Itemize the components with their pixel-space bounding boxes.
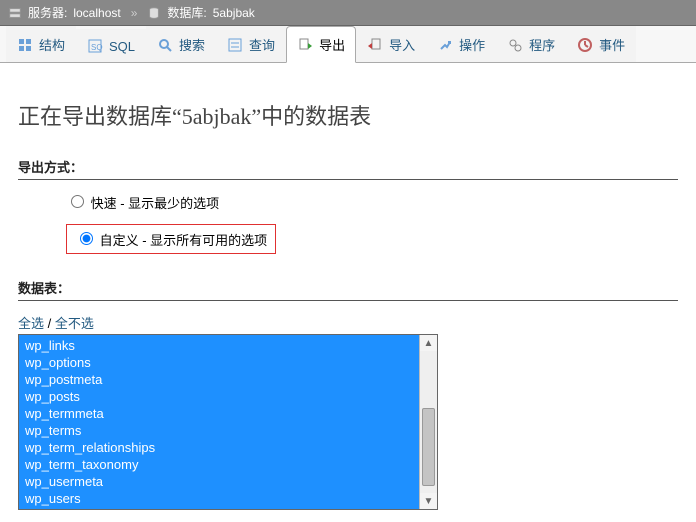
breadcrumb: 服务器: localhost » 数据库: 5abjbak	[0, 0, 696, 26]
server-icon	[8, 6, 22, 20]
operations-icon	[437, 37, 453, 53]
tab-import[interactable]: 导入	[356, 26, 426, 62]
select-links-sep: /	[44, 316, 55, 331]
export-icon	[297, 37, 313, 53]
export-method-custom-label: 自定义 - 显示所有可用的选项	[100, 233, 268, 248]
structure-icon	[17, 37, 33, 53]
tab-query[interactable]: 查询	[216, 26, 286, 62]
tab-export[interactable]: 导出	[286, 26, 356, 63]
tab-events[interactable]: 事件	[566, 26, 636, 62]
list-item[interactable]: wp_links	[19, 337, 419, 354]
list-item[interactable]: wp_term_relationships	[19, 439, 419, 456]
tab-label: SQL	[109, 39, 135, 54]
tab-label: 事件	[599, 35, 625, 54]
scroll-down-icon[interactable]: ▼	[420, 493, 437, 509]
list-item[interactable]: wp_termmeta	[19, 405, 419, 422]
tab-structure[interactable]: 结构	[6, 26, 76, 62]
sql-icon: SQL	[87, 38, 103, 54]
list-item[interactable]: wp_users	[19, 490, 419, 507]
list-item[interactable]: wp_terms	[19, 422, 419, 439]
events-icon	[577, 37, 593, 53]
list-item[interactable]: wp_postmeta	[19, 371, 419, 388]
query-icon	[227, 37, 243, 53]
page-title: 正在导出数据库“5abjbak”中的数据表	[18, 99, 678, 131]
svg-text:SQL: SQL	[91, 43, 103, 52]
tab-label: 程序	[529, 35, 555, 54]
list-item[interactable]: wp_posts	[19, 388, 419, 405]
breadcrumb-server-value[interactable]: localhost	[73, 6, 120, 20]
search-icon	[157, 37, 173, 53]
breadcrumb-sep: »	[131, 6, 138, 20]
scroll-up-icon[interactable]: ▲	[420, 335, 437, 351]
tables-heading: 数据表：	[18, 278, 678, 301]
tab-sql[interactable]: SQL SQL	[76, 29, 146, 62]
export-method-custom[interactable]: 自定义 - 显示所有可用的选项	[66, 224, 276, 254]
tab-operations[interactable]: 操作	[426, 26, 496, 62]
list-item[interactable]: wp_usermeta	[19, 473, 419, 490]
tab-label: 操作	[459, 35, 485, 54]
export-method-heading: 导出方式：	[18, 157, 678, 180]
import-icon	[367, 37, 383, 53]
export-method-quick[interactable]: 快速 - 显示最少的选项	[66, 192, 678, 212]
tab-label: 结构	[39, 35, 65, 54]
tab-label: 查询	[249, 35, 275, 54]
tables-listbox-inner[interactable]: wp_linkswp_optionswp_postmetawp_postswp_…	[19, 335, 419, 509]
breadcrumb-server-label: 服务器:	[28, 4, 67, 21]
list-item[interactable]: wp_options	[19, 354, 419, 371]
routines-icon	[507, 37, 523, 53]
tables-listbox[interactable]: wp_linkswp_optionswp_postmetawp_postswp_…	[18, 334, 438, 510]
page-content: 正在导出数据库“5abjbak”中的数据表 导出方式： 快速 - 显示最少的选项…	[0, 63, 696, 522]
export-method-quick-radio[interactable]	[71, 195, 84, 208]
export-method-custom-radio[interactable]	[80, 232, 93, 245]
scroll-thumb[interactable]	[422, 408, 435, 486]
database-icon	[147, 6, 161, 20]
tables-select-links: 全选 / 全不选	[18, 313, 678, 332]
tables-scrollbar[interactable]: ▲ ▼	[419, 335, 437, 509]
export-method-quick-label: 快速 - 显示最少的选项	[91, 196, 220, 211]
tab-search[interactable]: 搜索	[146, 26, 216, 62]
breadcrumb-db-value[interactable]: 5abjbak	[213, 6, 255, 20]
tab-label: 导出	[319, 35, 345, 54]
tab-bar: 结构 SQL SQL 搜索 查询 导出 导入 操作 程序 事件	[0, 26, 696, 63]
list-item[interactable]: wp_term_taxonomy	[19, 456, 419, 473]
tab-label: 搜索	[179, 35, 205, 54]
breadcrumb-db-label: 数据库:	[167, 4, 206, 21]
tab-label: 导入	[389, 35, 415, 54]
tab-routines[interactable]: 程序	[496, 26, 566, 62]
scroll-track[interactable]	[420, 351, 437, 493]
select-all-link[interactable]: 全选	[18, 316, 44, 331]
export-method-group: 快速 - 显示最少的选项 自定义 - 显示所有可用的选项	[18, 192, 678, 260]
deselect-all-link[interactable]: 全不选	[55, 316, 94, 331]
